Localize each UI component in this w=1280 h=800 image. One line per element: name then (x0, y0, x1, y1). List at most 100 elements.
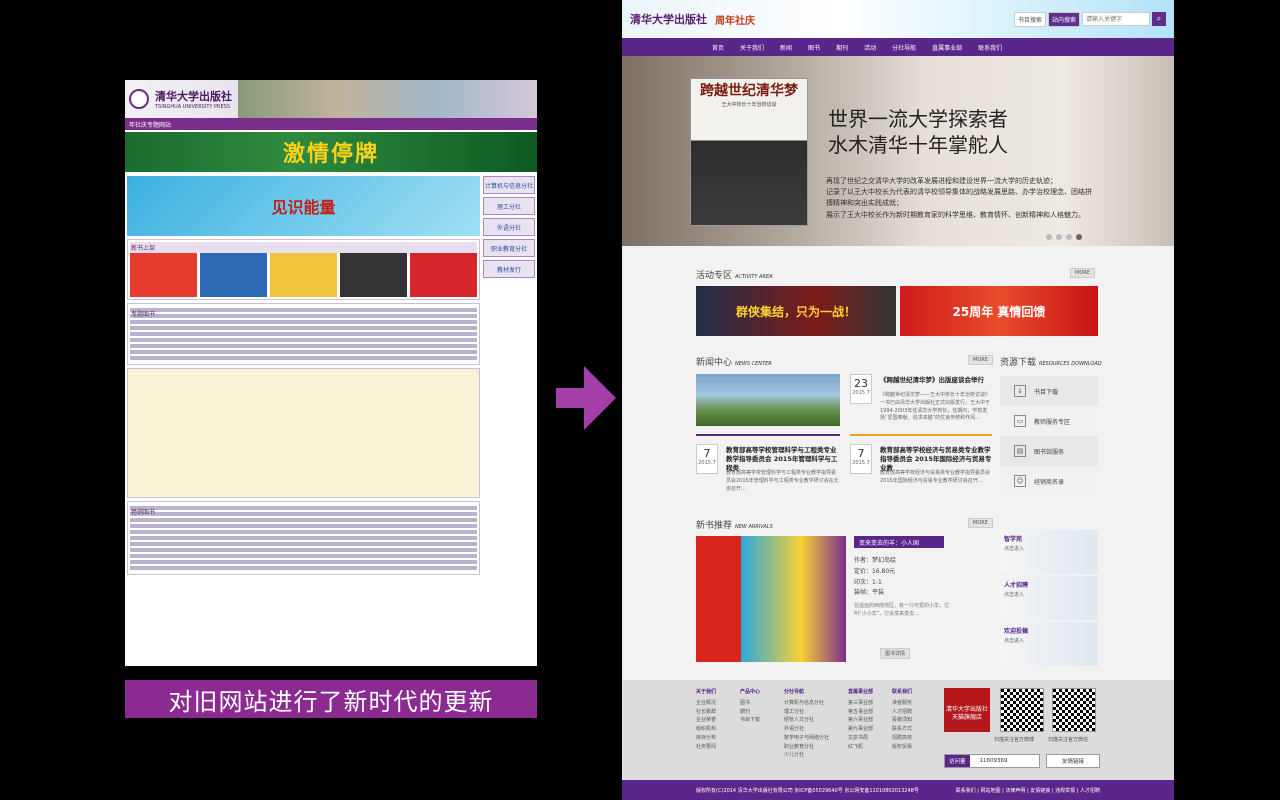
news-more-button[interactable]: MORE (968, 355, 993, 365)
search-option-site[interactable]: 站内搜索 (1047, 11, 1080, 27)
activity-banner-2[interactable]: 25周年 真情回馈 (900, 286, 1098, 336)
qr1-caption: 扫描关注官方微博 (994, 737, 1035, 743)
nav-about[interactable]: 关于我们 (732, 43, 772, 52)
old-site-screenshot: 清华大学出版社 TSINGHUA UNIVERSITY PRESS 年社庆专题网… (125, 80, 537, 666)
new-book-info: 作者：梦幻岛绘 定价：16.80元 印次：1-1 装帧：平装 (854, 557, 897, 597)
activity-banner-1[interactable]: 群侠集结，只为一战！ (696, 286, 896, 336)
resource-teacher[interactable]: ▭ 教师服务专区 (1000, 406, 1098, 436)
search-icon[interactable]: ⌕ (1152, 12, 1166, 26)
old-block-1: 新书上架 (127, 239, 480, 300)
old-block-3 (127, 368, 480, 498)
copyright-text: 版权所有(C)2014 清华大学出版社有限公司 京ICP备05029640号 京… (696, 787, 919, 794)
old-side-link: 职业教育分社 (483, 239, 535, 257)
news-title-1[interactable]: 《跨越世纪清华梦》出版座谈会举行 (880, 376, 990, 385)
monitor-icon: ▭ (1014, 415, 1026, 427)
friend-links-select[interactable]: 友情链接 (1046, 754, 1100, 768)
news-divider (850, 434, 992, 436)
new-topbar: 清华大学出版社 周年社庆 书目搜索 站内搜索 ⌕ (622, 0, 1174, 38)
news-text-3: 教育部高等学校经济与贸易类专业教学指导委员会2015年国际经济与贸易专业教学研讨… (880, 470, 991, 484)
side-promo-zhixue[interactable]: 智学苑 点击进入 (1000, 530, 1098, 574)
tmall-store-link[interactable]: 清华大学出版社天猫旗舰店 (944, 688, 990, 732)
news-date-3: 7 2015.7 (850, 444, 872, 474)
new-book-cover[interactable] (696, 536, 846, 662)
nav-books[interactable]: 图书 (800, 43, 828, 52)
side-promo-submit[interactable]: 欢迎投稿 点击进入 (1000, 622, 1098, 666)
search-option-books[interactable]: 书目搜索 (1013, 11, 1046, 27)
old-logo-en: TSINGHUA UNIVERSITY PRESS (155, 104, 231, 110)
nav-home[interactable]: 首页 (704, 43, 732, 52)
news-date-2: 7 2015.7 (696, 444, 718, 474)
weibo-qr-icon (1000, 688, 1044, 732)
new-brand[interactable]: 清华大学出版社 (630, 11, 707, 27)
visit-counter: 访问量 11609369 (944, 754, 1040, 768)
side-promo-jobs[interactable]: 人才招聘 点击进入 (1000, 576, 1098, 620)
footer-col-products: 产品中心 图书 期刊 书目下载 (740, 689, 761, 724)
activity-more-button[interactable]: MORE (1070, 268, 1095, 278)
hero-summary-3: 展示了王大中校长作为新时期教育家的科学思维、教育情怀、创新精神和人格魅力。 (826, 210, 1085, 219)
activity-title: 活动专区 ACTIVITY AREA (696, 271, 773, 281)
nav-branches[interactable]: 分社导航 (884, 43, 924, 52)
hero-headline-2: 水木清华十年掌舵人 (828, 133, 1008, 157)
old-block-title: 新书上架 (130, 242, 477, 253)
old-header: 清华大学出版社 TSINGHUA UNIVERSITY PRESS (125, 80, 537, 118)
search-box: 书目搜索 站内搜索 ⌕ (1013, 11, 1166, 27)
resource-library[interactable]: ▤ 图书馆服务 (1000, 436, 1098, 466)
hero-summary-1: 再现了世纪之交清华大学的改革发展进程和建设世界一流大学的历史轨迹； (826, 177, 1057, 185)
old-nav-text: 年社庆专题网站 (129, 121, 172, 129)
old-side-link: 计算机与信息分社 (483, 176, 535, 194)
hero-banner[interactable]: 跨越世纪清华梦 王大中校长十年治校访谈 世界一流大学探索者 水木清华十年掌舵人 … (622, 56, 1174, 246)
book-detail-button[interactable]: 图书详情 (880, 648, 911, 659)
old-nav: 年社庆专题网站 (125, 118, 537, 130)
news-title-2[interactable]: 教育部高等学校管理科学与工程类专业教学指导委员会 2015年管理科学与工程类 (726, 446, 840, 472)
old-ad: 见识能量 (127, 176, 480, 236)
new-book-tag: 变来变去的羊：小人国 (854, 536, 944, 548)
anniversary-badge: 周年社庆 (715, 15, 755, 27)
new-books-title: 新书推荐 NEW ARRIVALS (696, 521, 773, 531)
hero-summary-2: 记录了以王大中校长为代表的清华校领导集体的战略发展思路、办学治校理念、团结拼搏精… (826, 188, 1092, 208)
hero-headline-1: 世界一流大学探索者 (828, 107, 1008, 131)
nav-contact[interactable]: 联系我们 (970, 43, 1010, 52)
old-side-link: 教材发行 (483, 260, 535, 278)
hero-book-title: 跨越世纪清华梦 (700, 83, 798, 99)
footer-col-divisions: 直属事业部 第三事业部 第五事业部 第六事业部 第九事业部 文泉书局 红飞机 (848, 689, 874, 750)
footer-col-contact: 联系我们 读者服务 人才招聘 投稿须知 联系方式 招聘高校 版权贸易 (892, 689, 913, 750)
resources-title: 资源下载 RESOURCES DOWNLOAD (1000, 358, 1102, 368)
old-block-2: 专题图书 (127, 303, 480, 365)
old-block-title: 畅销图书 (130, 506, 477, 516)
nav-news[interactable]: 新闻 (772, 43, 800, 52)
footer-col-branches: 分社导航 计算机与信息分社 理工分社 经管人文分社 外语分社 数学电子与网络分社 职业教育… (784, 689, 830, 759)
news-photo[interactable] (696, 374, 840, 426)
hero-book-subtitle: 王大中校长十年治校访谈 (721, 102, 777, 109)
old-photo-strip (238, 80, 537, 118)
nav-journals[interactable]: 期刊 (828, 43, 856, 52)
carousel-dots[interactable] (1046, 234, 1082, 240)
new-site-screenshot: 清华大学出版社 周年社庆 书目搜索 站内搜索 ⌕ 首页 关于我们 新闻 图书 期… (622, 0, 1174, 800)
library-icon: ▤ (1014, 445, 1026, 457)
hero-book-cover: 跨越世纪清华梦 王大中校长十年治校访谈 (690, 78, 808, 226)
download-icon: ↓ (1014, 385, 1026, 397)
right-arrow-icon (556, 366, 616, 430)
new-books-more-button[interactable]: MORE (968, 518, 993, 528)
news-title-3[interactable]: 教育部高等学校经济与贸易类专业教学指导委员会 2015年国际经济与贸易专业教 (880, 446, 992, 472)
resource-catalog[interactable]: ↓ 书目下载 (1000, 376, 1098, 406)
copyright-bar: 版权所有(C)2014 清华大学出版社有限公司 京ICP备05029640号 京… (622, 780, 1174, 800)
main-nav: 首页 关于我们 新闻 图书 期刊 活动 分社导航 直属事业部 联系我们 (622, 38, 1174, 56)
news-date-1: 23 2015.7 (850, 374, 872, 404)
nav-activities[interactable]: 活动 (856, 43, 884, 52)
old-logo-icon (129, 89, 149, 109)
news-text-1: 《跨越世纪清华梦——王大中校长十年治校访谈》一书已由清华大学出版社正式出版发行。… (880, 392, 991, 422)
search-input[interactable] (1082, 12, 1150, 26)
old-block-4: 畅销图书 (127, 501, 480, 575)
news-divider (696, 434, 840, 436)
old-logo-text: 清华大学出版社 (155, 90, 232, 103)
caption: 对旧网站进行了新时代的更新 (125, 680, 537, 718)
new-book-desc: 在遥远的西南地区，有一只可爱的小羊，它叫“小小羊”，它会变来变去... (854, 603, 950, 617)
nav-divisions[interactable]: 直属事业部 (924, 43, 970, 52)
footer-col-about: 关于我们 企业概况 社长致辞 企业荣誉 组织机构 库存分布 社务要闻 (696, 689, 717, 750)
resource-dealers[interactable]: ☺ 经销商名录 (1000, 466, 1098, 496)
old-side-link: 外语分社 (483, 218, 535, 236)
news-title: 新闻中心 NEWS CENTER (696, 358, 772, 368)
wechat-qr-icon (1052, 688, 1096, 732)
footer-links[interactable]: 联系我们 | 网站地图 | 法律声明 | 友情链接 | 违规举报 | 人才招聘 (956, 787, 1100, 794)
old-banner: 激情停牌 (125, 132, 537, 172)
